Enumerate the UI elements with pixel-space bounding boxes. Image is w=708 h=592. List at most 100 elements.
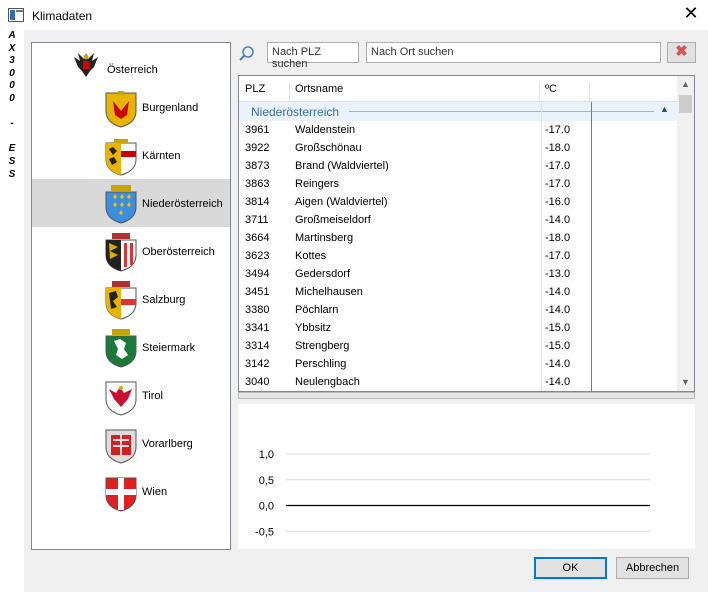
cell-plz: 3814 <box>245 196 270 208</box>
cell-temp: -14.0 <box>545 376 571 388</box>
ort-search-input[interactable]: Nach Ort suchen <box>366 42 661 63</box>
side-label-char: A <box>8 30 16 41</box>
side-label-char <box>0 106 24 119</box>
column-header-ort[interactable]: Ortsname <box>295 83 343 95</box>
window-title: Klimadaten <box>32 9 93 23</box>
table-row[interactable]: 3314 Strengberg -15.0 <box>239 337 677 355</box>
cell-plz: 3341 <box>245 322 270 334</box>
dialog-body: Österreich Burgenland Kärnten Niederöste… <box>24 30 708 592</box>
side-label-char: S <box>8 168 16 180</box>
y-tick-label: -0,5 <box>255 526 274 538</box>
tree-item-niederoesterreich[interactable]: Niederösterreich <box>32 179 230 227</box>
side-label-char: 3 <box>9 55 15 67</box>
column-separator <box>591 102 592 391</box>
cell-plz: 3040 <box>245 376 270 388</box>
table-row[interactable]: 3380 Pöchlarn -14.0 <box>239 301 677 319</box>
table-row[interactable]: 3341 Ybbsitz -15.0 <box>239 319 677 337</box>
ok-button[interactable]: OK <box>534 557 607 579</box>
table-row[interactable]: 3922 Großschönau -18.0 <box>239 139 677 157</box>
oberoesterreich-coat-icon <box>104 233 138 273</box>
group-header-row[interactable]: Niederösterreich ▲ <box>239 102 677 121</box>
wien-coat-icon <box>104 473 138 513</box>
table-row[interactable]: 3664 Martinsberg -18.0 <box>239 229 677 247</box>
cell-ort: Martinsberg <box>295 232 354 244</box>
cell-ort: Kottes <box>295 250 327 262</box>
y-tick-label: 1,0 <box>259 449 274 461</box>
app-icon <box>8 8 24 22</box>
column-header-plz[interactable]: PLZ <box>245 83 265 95</box>
table-row[interactable]: 3623 Kottes -17.0 <box>239 247 677 265</box>
tree-item-label: Salzburg <box>142 294 186 306</box>
tree-item-salzburg[interactable]: Salzburg <box>32 275 230 323</box>
cell-plz: 3711 <box>245 214 269 226</box>
table-row[interactable]: 3040 Neulengbach -14.0 <box>239 373 677 391</box>
group-divider <box>349 111 654 112</box>
cell-temp: -18.0 <box>545 142 571 154</box>
cell-temp: -14.0 <box>545 304 571 316</box>
table-row[interactable]: 3814 Aigen (Waldviertel) -16.0 <box>239 193 677 211</box>
table-row[interactable]: 3451 Michelhausen -14.0 <box>239 283 677 301</box>
scroll-thumb[interactable] <box>679 95 692 113</box>
table-row[interactable]: 3873 Brand (Waldviertel) -17.0 <box>239 157 677 175</box>
tree-item-label: Niederösterreich <box>142 198 223 210</box>
table-scrollbar[interactable]: ▲ ▼ <box>677 76 694 391</box>
y-tick-label: 0,0 <box>259 501 274 513</box>
cell-temp: -18.0 <box>545 232 571 244</box>
tree-item-burgenland[interactable]: Burgenland <box>32 83 230 131</box>
cell-ort: Waldenstein <box>295 124 356 136</box>
austria-eagle-icon <box>70 49 102 81</box>
vorarlberg-coat-icon <box>104 425 138 465</box>
tree-item-label: Wien <box>142 486 168 498</box>
cell-temp: -17.0 <box>545 250 571 262</box>
side-label-char: E <box>8 143 16 155</box>
table-row[interactable]: 3494 Gedersdorf -13.0 <box>239 265 677 283</box>
kaernten-coat-icon <box>104 137 138 177</box>
cell-temp: -14.0 <box>545 286 571 298</box>
group-label: Niederösterreich <box>251 105 340 119</box>
side-label-char: 0 <box>9 92 15 104</box>
cell-temp: -13.0 <box>545 268 571 280</box>
chart-canvas: 1,00,50,0-0,5-1,0·˙·˙·˙·˙·˙·˙·˙·˙·˙·˙·˙·… <box>255 449 650 575</box>
close-icon[interactable]: ✕ <box>682 5 700 23</box>
clear-search-button[interactable]: ✖ <box>667 42 696 63</box>
cancel-button[interactable]: Abbrechen <box>616 557 689 579</box>
tree-item-label: Kärnten <box>142 150 181 162</box>
cell-ort: Großschönau <box>295 142 362 154</box>
tree-item-steiermark[interactable]: Steiermark <box>32 323 230 371</box>
collapse-caret-icon[interactable]: ▲ <box>660 104 669 114</box>
column-separator <box>541 102 542 391</box>
tree-item-tirol[interactable]: Tirol <box>32 371 230 419</box>
cell-ort: Neulengbach <box>295 376 360 388</box>
cell-temp: -15.0 <box>545 340 571 352</box>
table-row[interactable]: 3863 Reingers -17.0 <box>239 175 677 193</box>
burgenland-coat-icon <box>104 89 138 129</box>
cell-ort: Großmeiseldorf <box>295 214 371 226</box>
tree-item-wien[interactable]: Wien <box>32 467 230 515</box>
table-row[interactable]: 3961 Waldenstein -17.0 <box>239 121 677 139</box>
scroll-up-icon[interactable]: ▲ <box>677 76 694 93</box>
title-bar: Klimadaten ✕ <box>0 0 708 30</box>
plz-search-input[interactable]: Nach PLZ suchen <box>267 42 359 70</box>
tree-item-vorarlberg[interactable]: Vorarlberg <box>32 419 230 467</box>
temperature-chart: 1,00,50,0-0,5-1,0·˙·˙·˙·˙·˙·˙·˙·˙·˙·˙·˙·… <box>238 404 695 575</box>
results-table: PLZ Ortsname ºC Niederösterreich ▲ 3961 W… <box>238 75 695 392</box>
side-label-char: X <box>8 42 16 54</box>
cell-ort: Ybbsitz <box>295 322 332 334</box>
scroll-down-icon[interactable]: ▼ <box>677 374 694 391</box>
table-row[interactable]: 3142 Perschling -14.0 <box>239 355 677 373</box>
tree-item-label: Tirol <box>142 390 163 402</box>
splitter-handle[interactable] <box>238 392 695 399</box>
tree-item-oberoesterreich[interactable]: Oberösterreich <box>32 227 230 275</box>
cell-plz: 3494 <box>245 268 270 280</box>
cell-plz: 3863 <box>245 178 270 190</box>
table-row[interactable]: 3711 Großmeiseldorf -14.0 <box>239 211 677 229</box>
tree-item-kaernten[interactable]: Kärnten <box>32 131 230 179</box>
cell-plz: 3623 <box>245 250 270 262</box>
cell-temp: -14.0 <box>545 358 571 370</box>
niederoesterreich-coat-icon <box>104 185 138 225</box>
cell-plz: 3873 <box>245 160 270 172</box>
cell-ort: Reingers <box>295 178 340 190</box>
cell-ort: Pöchlarn <box>295 304 339 316</box>
cell-temp: -15.0 <box>545 322 571 334</box>
column-header-temp[interactable]: ºC <box>545 83 557 95</box>
